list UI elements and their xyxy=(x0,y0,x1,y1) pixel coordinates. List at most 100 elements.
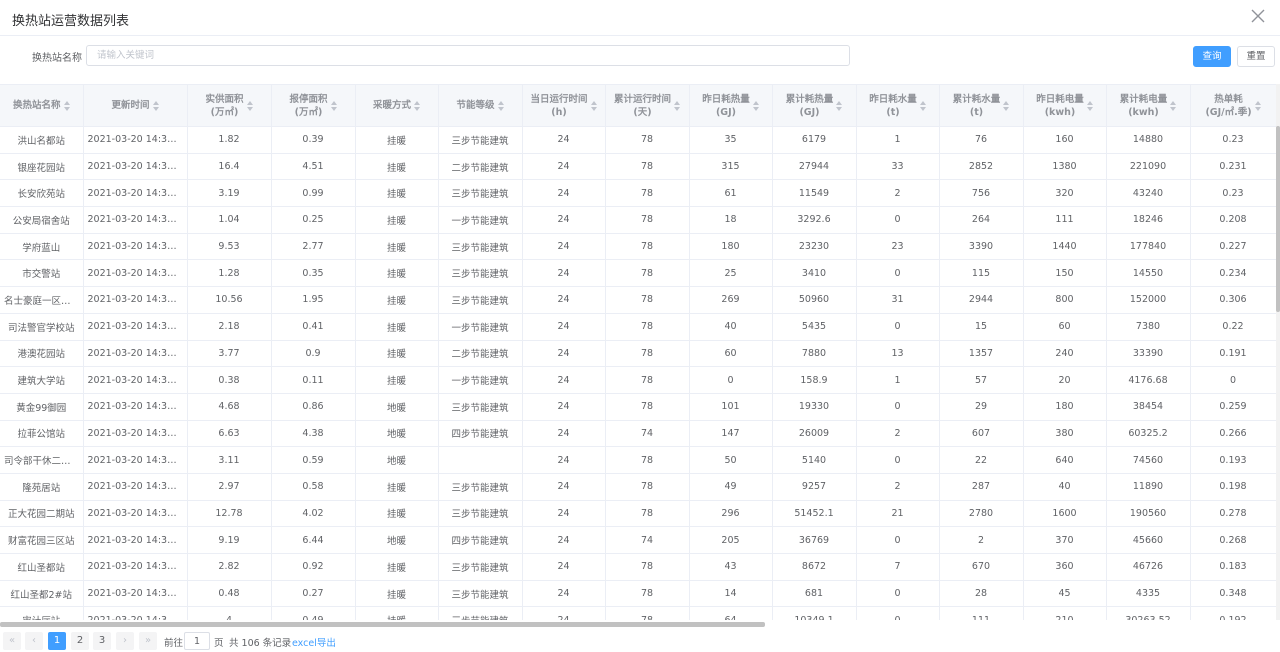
table-row[interactable]: 财富花园三区站 2021-03-20 14:34:18 9.19 6.44 地暖 四步节能… xyxy=(0,526,1276,554)
sort-caret-icon[interactable] xyxy=(674,100,680,111)
goto-page-input[interactable] xyxy=(184,632,210,650)
table-row[interactable]: 银座花园站 2021-03-20 14:34:18 16.4 4.51 挂暖 二步节能建筑… xyxy=(0,153,1276,181)
sort-caret-icon[interactable] xyxy=(246,100,253,111)
table-row[interactable]: 长安欣苑站 2021-03-20 14:34:18 3.19 0.99 挂暖 三步节能建筑… xyxy=(0,179,1276,208)
column-header-runTotal[interactable]: 累计运行时间 (天) xyxy=(605,84,690,127)
cell-elecY: 360 xyxy=(1023,553,1107,581)
cell-elecY: 380 xyxy=(1023,420,1107,448)
first-page-button[interactable]: « xyxy=(3,632,21,650)
vertical-scrollbar-thumb[interactable] xyxy=(1276,126,1280,312)
table-row[interactable]: 司法警官学校站 2021-03-20 14:34:18 2.18 0.41 挂暖 一步节能… xyxy=(0,313,1276,341)
cell-area: 2.82 xyxy=(187,553,272,581)
cell-heatT: 7880 xyxy=(772,340,857,368)
cell-runTotal: 78 xyxy=(605,393,690,421)
sort-caret-icon[interactable] xyxy=(1003,100,1010,111)
cell-heatT: 26009 xyxy=(772,420,857,448)
cell-heatT: 10349.1 xyxy=(772,606,857,620)
cell-level: 一步节能建筑 xyxy=(438,206,523,234)
table-row[interactable]: 洪山名都站 2021-03-20 14:34:18 1.82 0.39 挂暖 三步节能建筑… xyxy=(0,126,1276,154)
column-header-area[interactable]: 实供面积 (万㎡) xyxy=(187,84,272,127)
cell-time: 2021-03-20 14:34:18 xyxy=(83,233,188,261)
column-header-time[interactable]: 更新时间 xyxy=(83,84,188,127)
cell-waterT: 15 xyxy=(939,313,1024,341)
column-header-mode[interactable]: 采暖方式 xyxy=(355,84,439,127)
cell-level: 二步节能建筑 xyxy=(438,153,523,181)
column-header-level[interactable]: 节能等级 xyxy=(438,84,523,127)
cell-area: 2.18 xyxy=(187,313,272,341)
cell-runTotal: 78 xyxy=(605,366,690,394)
cell-area: 9.19 xyxy=(187,526,272,554)
last-page-button[interactable]: » xyxy=(139,632,157,650)
column-header-elecT[interactable]: 累计耗电量 (kwh) xyxy=(1106,84,1191,127)
prev-page-button[interactable]: ‹ xyxy=(25,632,43,650)
horizontal-scrollbar-thumb[interactable] xyxy=(0,622,765,627)
sort-caret-icon[interactable] xyxy=(330,100,337,111)
table-row[interactable]: 红山圣都2#站 2021-03-20 14:34:18 0.48 0.27 挂暖 三步节能… xyxy=(0,580,1276,608)
reset-button[interactable]: 重置 xyxy=(1237,46,1275,67)
cell-waterT: 29 xyxy=(939,393,1024,421)
close-icon[interactable] xyxy=(1250,8,1266,24)
cell-name: 港澳花园站 xyxy=(0,340,84,368)
cell-time: 2021-03-20 14:34:18 xyxy=(83,420,188,448)
cell-name: 建筑大学站 xyxy=(0,366,84,394)
cell-level: 三步节能建筑 xyxy=(438,126,523,154)
column-header-heatY[interactable]: 昨日耗热量 (GJ) xyxy=(689,84,773,127)
sort-caret-icon[interactable] xyxy=(1170,100,1177,111)
sort-caret-icon[interactable] xyxy=(152,100,159,111)
sort-caret-icon[interactable] xyxy=(836,100,843,111)
column-header-stop[interactable]: 报停面积 (万㎡) xyxy=(271,84,356,127)
column-header-content: 昨日耗电量 (kwh) xyxy=(1036,93,1093,119)
sort-caret-icon[interactable] xyxy=(919,100,926,111)
sort-caret-icon[interactable] xyxy=(590,100,597,111)
column-header-content: 实供面积 (万㎡) xyxy=(205,93,253,119)
table-row[interactable]: 司令部干休二所… 2021-03-20 14:34:18 3.11 0.59 地暖 24 7… xyxy=(0,446,1276,474)
cell-mode: 挂暖 xyxy=(355,473,439,501)
cell-mode: 挂暖 xyxy=(355,206,439,234)
table-row[interactable]: 建筑大学站 2021-03-20 14:34:18 0.38 0.11 挂暖 一步节能建筑… xyxy=(0,366,1276,394)
table-row[interactable]: 港澳花园站 2021-03-20 14:34:18 3.77 0.9 挂暖 二步节能建筑 2… xyxy=(0,340,1276,368)
cell-unit: 0.208 xyxy=(1190,206,1276,234)
column-header-runDay[interactable]: 当日运行时间 (h) xyxy=(522,84,606,127)
column-header-waterT[interactable]: 累计耗水量 (t) xyxy=(939,84,1024,127)
column-header-unit[interactable]: 热单耗 (GJ/㎡.季) xyxy=(1190,84,1276,127)
column-title: 累计耗水量 xyxy=(952,93,1001,105)
cell-runDay: 24 xyxy=(522,206,606,234)
column-header-content: 累计耗热量 (GJ) xyxy=(786,93,843,119)
cell-level: 三步节能建筑 xyxy=(438,606,523,620)
page-3-button[interactable]: 3 xyxy=(93,632,111,650)
table-row[interactable]: 学府蓝山 2021-03-20 14:34:18 9.53 2.77 挂暖 三步节能建筑 2… xyxy=(0,233,1276,261)
excel-export-link[interactable]: excel导出 xyxy=(292,635,336,649)
station-name-input[interactable] xyxy=(86,45,850,66)
page-2-button[interactable]: 2 xyxy=(71,632,89,650)
cell-name: 隆苑居站 xyxy=(0,473,84,501)
sort-caret-icon[interactable] xyxy=(497,100,504,111)
cell-waterY: 2 xyxy=(856,179,940,208)
table-row[interactable]: 公安局宿舍站 2021-03-20 14:34:18 1.04 0.25 挂暖 一步节能建… xyxy=(0,206,1276,234)
sort-caret-icon[interactable] xyxy=(63,100,70,111)
column-header-name[interactable]: 换热站名称 xyxy=(0,84,84,127)
query-button[interactable]: 查询 xyxy=(1193,46,1231,67)
column-title: 更新时间 xyxy=(111,100,150,111)
cell-heatY: 35 xyxy=(689,126,773,154)
cell-name: 名士豪庭一区一… xyxy=(0,286,84,314)
cell-time: 2021-03-20 14:34:18 xyxy=(83,153,188,181)
table-row[interactable]: 红山圣都站 2021-03-20 14:34:18 2.82 0.92 挂暖 三步节能建筑… xyxy=(0,553,1276,581)
table-row[interactable]: 审计厅站2021-03-20 14:34:1840.49挂暖三步节能建筑2478… xyxy=(0,606,1276,620)
table-row[interactable]: 名士豪庭一区一… 2021-03-20 14:34:18 10.56 1.95 挂暖 三步… xyxy=(0,286,1276,314)
table-row[interactable]: 市交警站 2021-03-20 14:34:18 1.28 0.35 挂暖 三步节能建筑 2… xyxy=(0,259,1276,288)
table-row[interactable]: 正大花园二期站 2021-03-20 14:34:18 12.78 4.02 挂暖 三步节… xyxy=(0,500,1276,528)
sort-caret-icon[interactable] xyxy=(752,100,759,111)
table-row[interactable]: 隆苑居站 2021-03-20 14:34:18 2.97 0.58 挂暖 三步节能建筑 2… xyxy=(0,473,1276,501)
page-1-button[interactable]: 1 xyxy=(48,632,66,650)
next-page-button[interactable]: › xyxy=(116,632,134,650)
cell-stop: 0.99 xyxy=(271,179,356,208)
cell-elecT: 152000 xyxy=(1106,286,1191,314)
table-row[interactable]: 拉菲公馆站 2021-03-20 14:34:18 6.63 4.38 地暖 四步节能建筑… xyxy=(0,420,1276,448)
table-row[interactable]: 黄金99御园 2021-03-20 14:34:18 4.68 0.86 地暖 三步节能建… xyxy=(0,393,1276,421)
sort-caret-icon[interactable] xyxy=(1086,100,1093,111)
sort-caret-icon[interactable] xyxy=(1254,100,1261,111)
column-header-waterY[interactable]: 昨日耗水量 (t) xyxy=(856,84,940,127)
sort-caret-icon[interactable] xyxy=(414,100,420,111)
column-header-heatT[interactable]: 累计耗热量 (GJ) xyxy=(772,84,857,127)
column-header-elecY[interactable]: 昨日耗电量 (kwh) xyxy=(1023,84,1107,127)
